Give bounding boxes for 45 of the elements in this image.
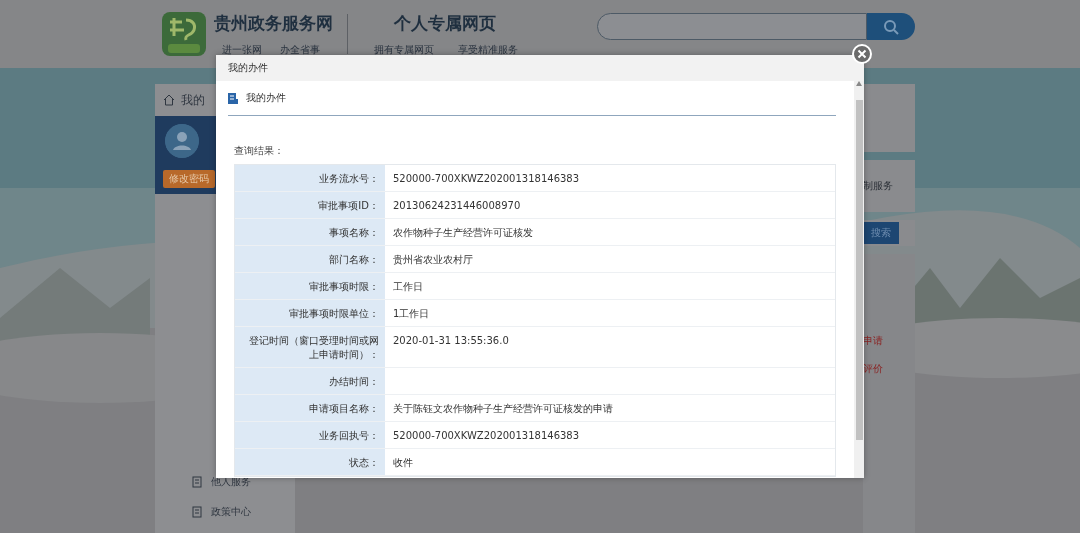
field-label: 部门名称： xyxy=(235,246,385,272)
nav-link[interactable]: 拥有专属网页 xyxy=(374,43,434,57)
field-value: 1工作日 xyxy=(392,307,431,321)
nav-link[interactable]: 办全省事 xyxy=(280,43,320,57)
field-value: 2020-01-31 13:55:36.0 xyxy=(392,334,510,348)
search-button[interactable] xyxy=(867,13,915,40)
field-value: 关于陈钰文农作物种子生产经营许可证核发的申请 xyxy=(392,402,614,416)
field-label: 审批事项ID： xyxy=(235,192,385,218)
change-password-button[interactable]: 修改密码 xyxy=(163,170,215,188)
scrollbar[interactable] xyxy=(854,81,864,478)
site-title: 贵州政务服务网 xyxy=(214,12,333,35)
field-label: 业务流水号： xyxy=(235,165,385,191)
result-label: 查询结果： xyxy=(234,144,285,158)
field-label: 审批事项时限单位： xyxy=(235,300,385,326)
page-title: 个人专属网页 xyxy=(393,12,497,35)
section-heading: 我的办件 xyxy=(246,91,286,105)
nav-link[interactable]: 享受精准服务 xyxy=(458,43,518,57)
field-label: 办结时间： xyxy=(235,368,385,394)
document-icon xyxy=(228,92,238,104)
document-icon xyxy=(191,506,203,518)
home-icon xyxy=(163,94,175,106)
field-value: 520000-700XKWZ202001318146383 xyxy=(392,172,581,186)
field-value: 20130624231446008970 xyxy=(392,199,522,213)
service-label[interactable]: 制服务 xyxy=(863,179,893,193)
field-value: 农作物种子生产经营许可证核发 xyxy=(392,226,534,240)
field-label: 业务回执号： xyxy=(235,422,385,448)
sidebar-item[interactable]: 政策中心 xyxy=(211,505,251,519)
site-logo xyxy=(160,10,208,58)
dialog-title: 我的办件 xyxy=(228,61,268,75)
field-label: 登记时间（窗口受理时间或网上申请时间）： xyxy=(235,327,385,367)
search-button[interactable]: 搜索 xyxy=(863,222,899,244)
field-value: 贵州省农业农村厅 xyxy=(392,253,474,267)
field-label: 状态： xyxy=(235,449,385,475)
avatar-icon xyxy=(165,124,199,158)
field-value: 工作日 xyxy=(392,280,424,294)
field-label: 审批事项时限： xyxy=(235,273,385,299)
breadcrumb[interactable]: 我的 xyxy=(181,91,205,109)
field-label: 申请项目名称： xyxy=(235,395,385,421)
field-value: 520000-700XKWZ202001318146383 xyxy=(392,429,581,443)
search-icon xyxy=(883,18,899,35)
field-value: 收件 xyxy=(392,456,414,470)
field-label: 事项名称： xyxy=(235,219,385,245)
document-icon xyxy=(191,476,203,488)
content-panel xyxy=(863,84,915,152)
service-link[interactable]: 申请 xyxy=(863,334,915,348)
